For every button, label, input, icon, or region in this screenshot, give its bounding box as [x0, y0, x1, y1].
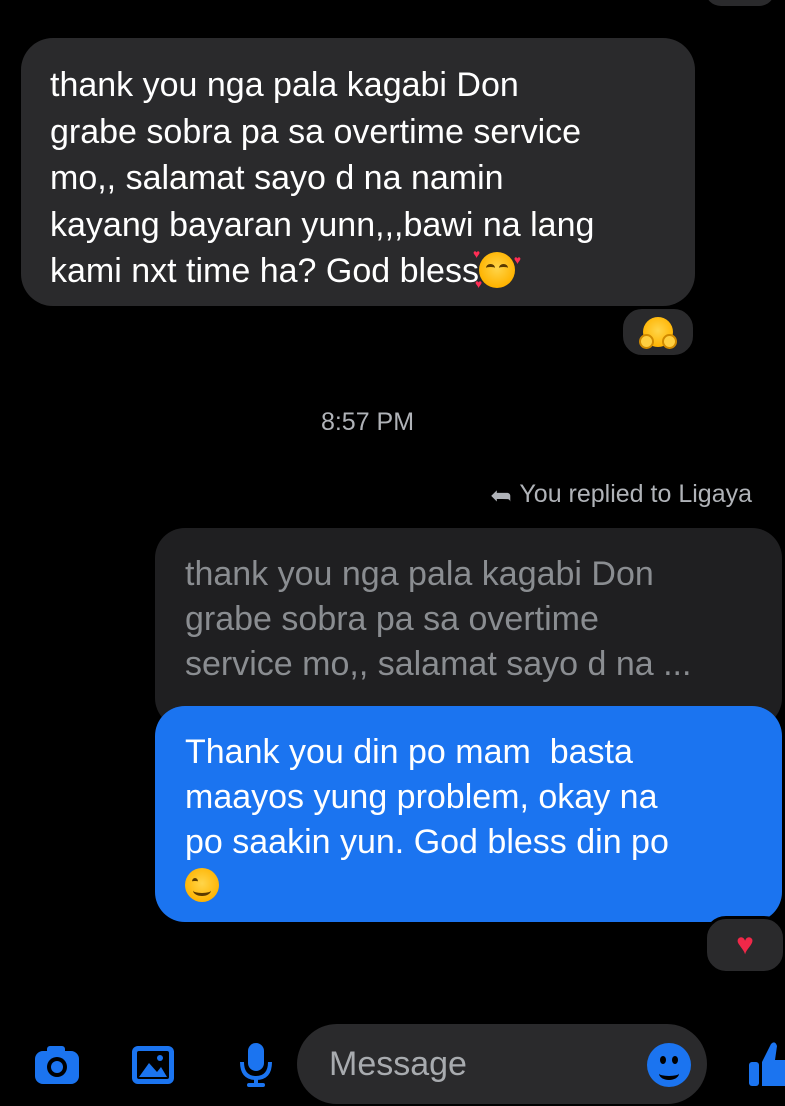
image-icon[interactable] [130, 1042, 176, 1088]
reply-context-text: You replied to Ligaya [519, 480, 752, 508]
message-composer: Message [0, 1010, 785, 1106]
microphone-icon[interactable] [233, 1042, 279, 1088]
message-timestamp: 8:57 PM [320, 408, 415, 436]
message-placeholder: Message [329, 1044, 467, 1083]
message-input[interactable]: Message [297, 1024, 707, 1104]
smiling-face-emoji [185, 868, 219, 902]
emoji-icon[interactable] [647, 1043, 691, 1087]
camera-icon[interactable] [34, 1042, 80, 1088]
thumbs-up-icon[interactable] [747, 1038, 785, 1090]
outgoing-message-bubble[interactable]: Thank you din po mam basta maayos yung p… [155, 706, 782, 922]
incoming-message-reaction[interactable] [620, 306, 696, 358]
quoted-message-bubble[interactable]: thank you nga pala kagabi Don grabe sobr… [155, 528, 782, 728]
incoming-message-text: thank you nga pala kagabi Don grabe sobr… [50, 66, 595, 290]
quoted-message-text: thank you nga pala kagabi Don grabe sobr… [185, 555, 692, 683]
incoming-message-bubble[interactable]: thank you nga pala kagabi Don grabe sobr… [21, 38, 695, 306]
smiling-face-with-hearts-emoji: ♥ ♥ ♥ [472, 247, 521, 291]
reply-context-label: ➦ You replied to Ligaya [489, 479, 752, 510]
outgoing-message-reaction[interactable]: ♥ [704, 916, 785, 974]
reply-arrow-icon: ➦ [489, 479, 512, 510]
hugging-face-icon [639, 317, 677, 349]
red-heart-icon: ♥ [736, 928, 754, 961]
previous-message-bubble [705, 0, 775, 6]
outgoing-message-text: Thank you din po mam basta maayos yung p… [185, 733, 669, 861]
